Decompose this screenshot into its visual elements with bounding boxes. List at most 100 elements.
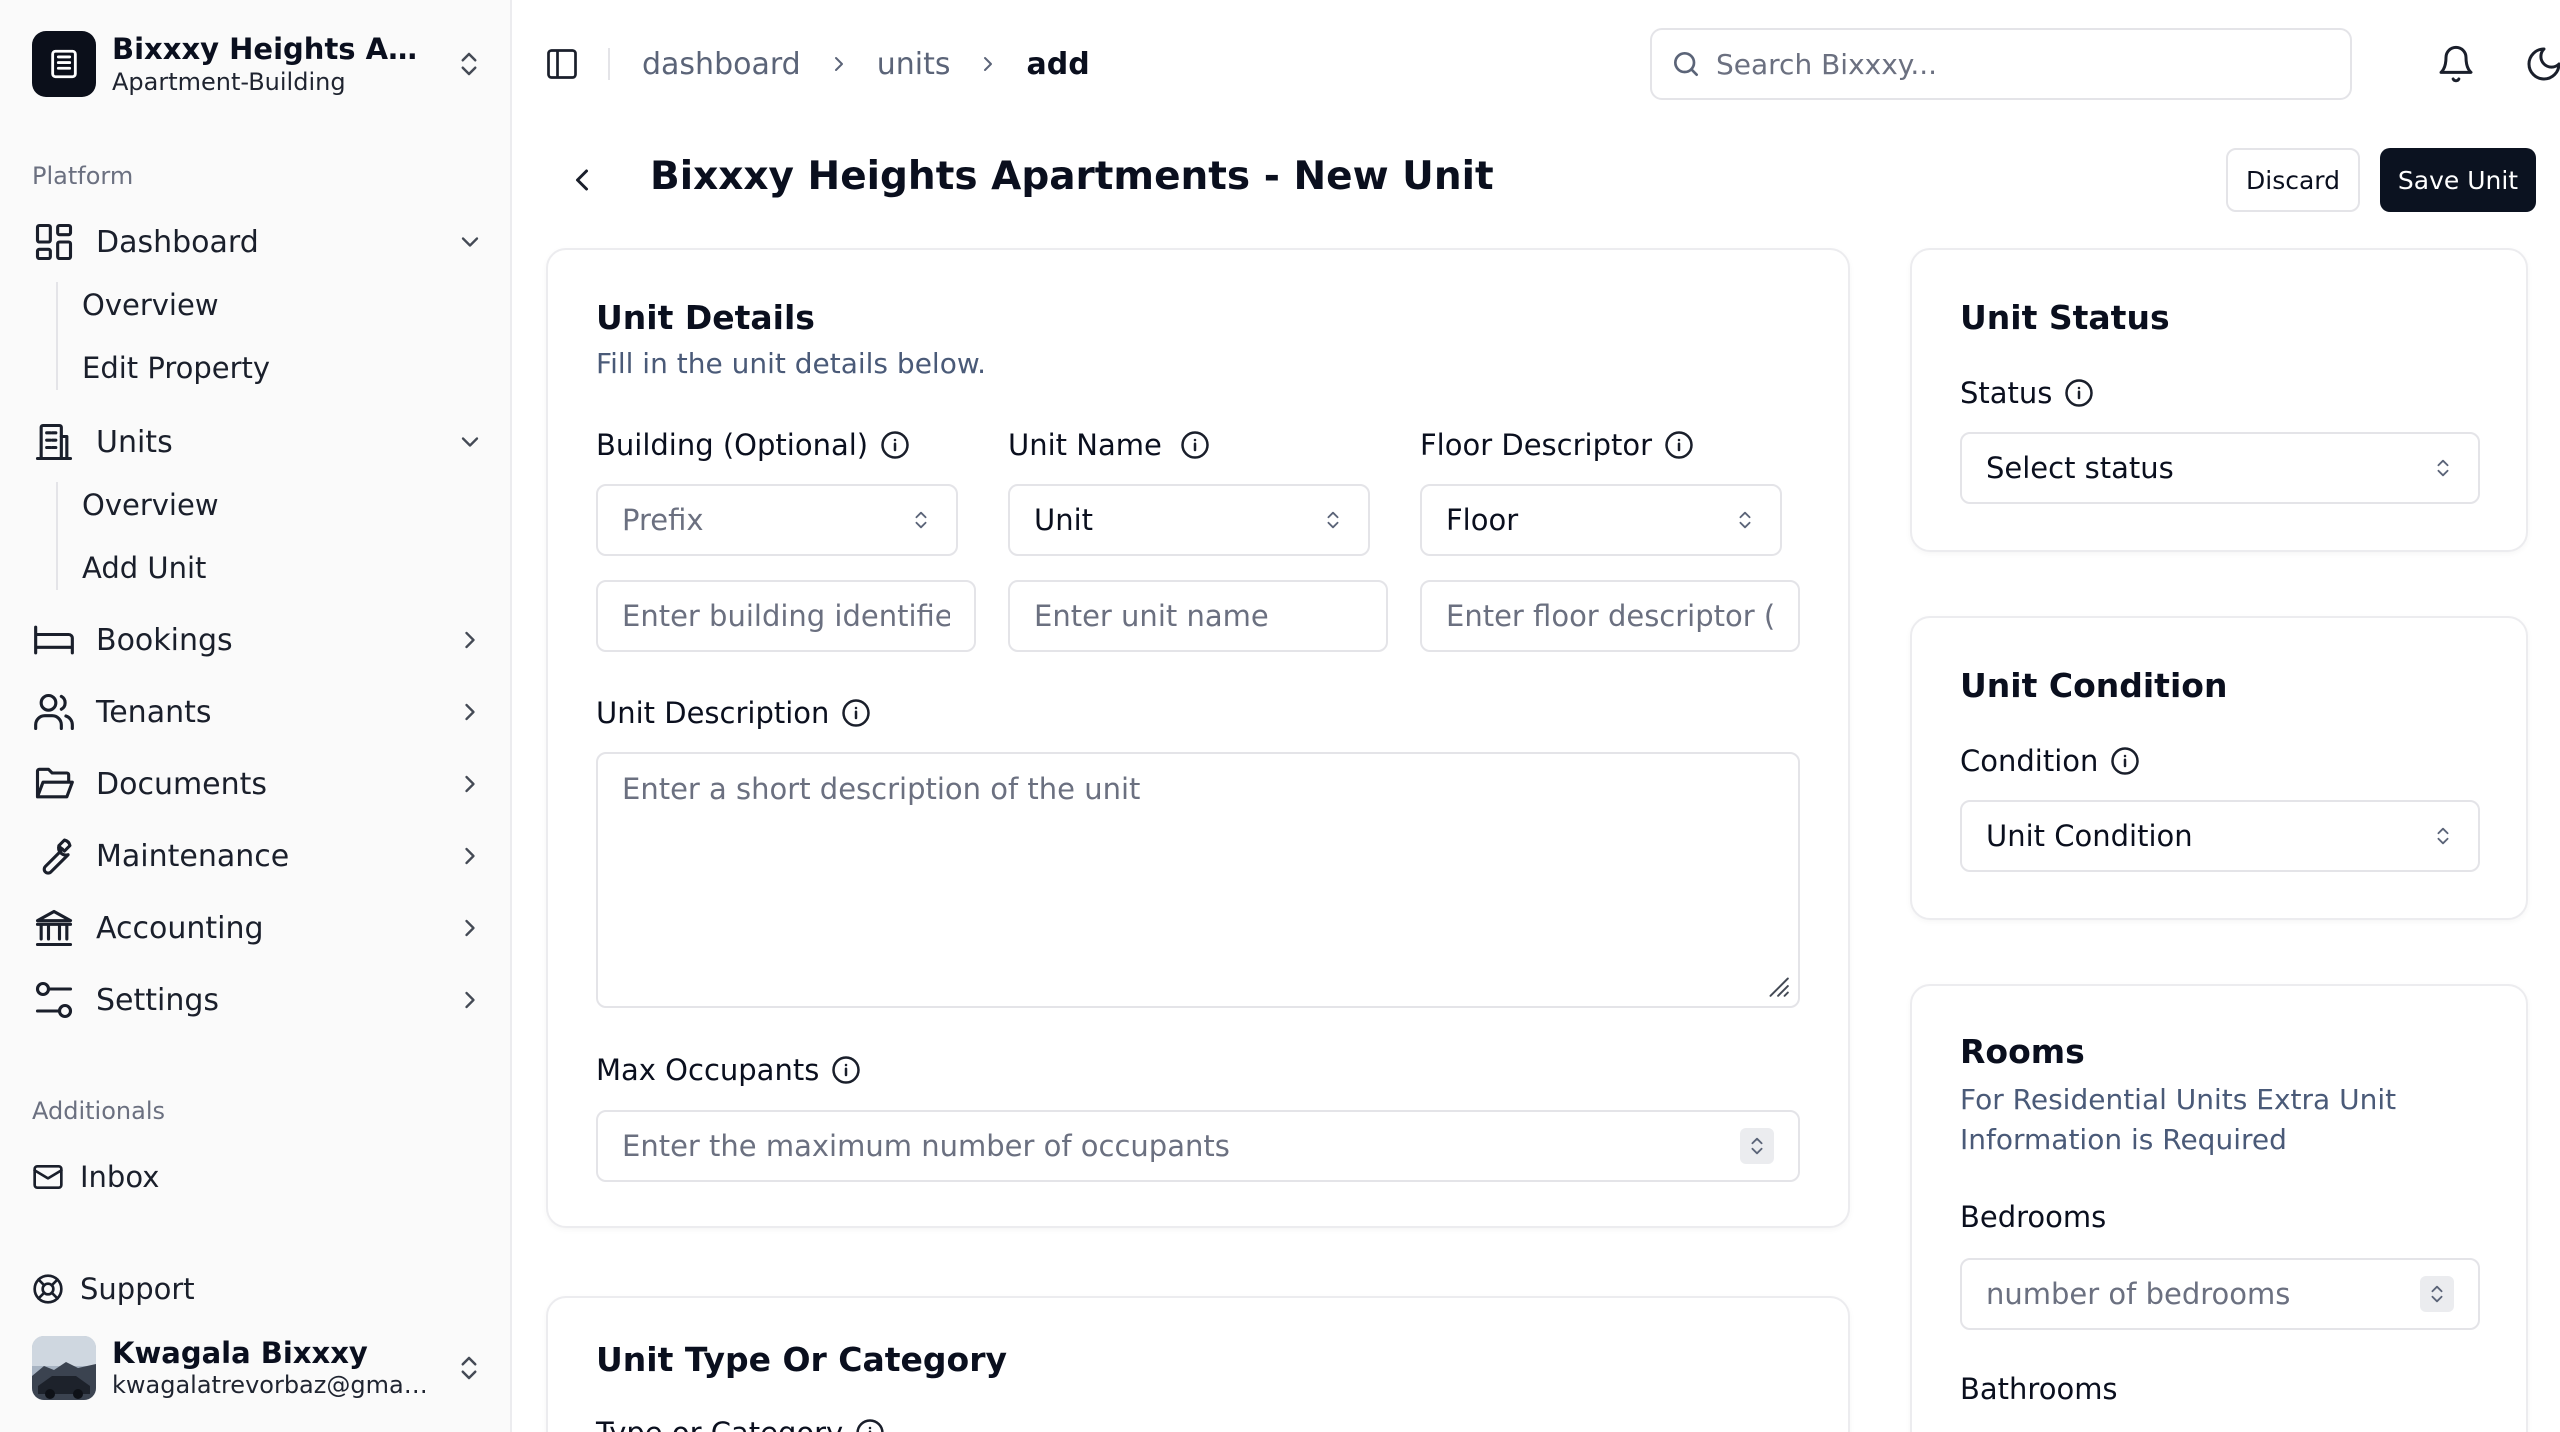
- back-arrow-icon[interactable]: [564, 160, 600, 200]
- users-icon: [32, 690, 76, 734]
- sidebar-item-maintenance[interactable]: Maintenance: [32, 828, 484, 884]
- building-identifier-input[interactable]: [596, 580, 976, 652]
- unit-description-label: Unit Description: [596, 696, 871, 730]
- card-title: Unit Type Or Category: [596, 1340, 1008, 1379]
- sidebar-item-label: Documents: [96, 766, 268, 802]
- chevrons-up-down-icon: [1734, 509, 1756, 531]
- sidebar-item-support[interactable]: Support: [32, 1264, 195, 1314]
- sidebar-item-accounting[interactable]: Accounting: [32, 900, 484, 956]
- sidebar-subitem-dashboard-overview[interactable]: Overview: [82, 280, 219, 330]
- field-label-text: Floor Descriptor: [1420, 428, 1653, 462]
- breadcrumb-add: add: [1026, 46, 1090, 82]
- save-unit-button[interactable]: Save Unit: [2380, 148, 2536, 212]
- divider: [608, 48, 610, 80]
- unit-name-label: Unit Name: [1008, 428, 1210, 462]
- chevron-right-icon: [976, 52, 1000, 76]
- chevrons-up-down-icon: [1322, 509, 1344, 531]
- unit-name-input[interactable]: [1008, 580, 1388, 652]
- info-icon[interactable]: [841, 698, 871, 728]
- select-value: Select status: [1986, 451, 2174, 485]
- status-select[interactable]: Select status: [1960, 432, 2480, 504]
- info-icon[interactable]: [2110, 746, 2140, 776]
- info-icon[interactable]: [880, 430, 910, 460]
- sidebar-item-inbox[interactable]: Inbox: [32, 1152, 159, 1202]
- floor-prefix-select[interactable]: Floor: [1420, 484, 1782, 556]
- select-value: Unit Condition: [1986, 819, 2193, 853]
- bell-icon[interactable]: [2436, 44, 2476, 84]
- breadcrumb-units[interactable]: units: [877, 47, 951, 82]
- search-input[interactable]: [1716, 47, 2316, 81]
- bedrooms-input[interactable]: [1986, 1277, 2420, 1311]
- bedrooms-field[interactable]: [1960, 1258, 2480, 1330]
- unit-details-card: Unit Details Fill in the unit details be…: [546, 248, 1850, 1228]
- number-spinner-icon[interactable]: [2420, 1276, 2454, 1312]
- select-value: Unit: [1034, 503, 1094, 537]
- rooms-card: Rooms For Residential Units Extra Unit I…: [1910, 984, 2528, 1432]
- sidebar-item-label: Support: [80, 1272, 195, 1306]
- sidebar-item-settings[interactable]: Settings: [32, 972, 484, 1028]
- search-box[interactable]: [1650, 28, 2352, 100]
- info-icon[interactable]: [855, 1418, 885, 1432]
- field-label-text: Bathrooms: [1960, 1372, 2118, 1406]
- condition-select[interactable]: Unit Condition: [1960, 800, 2480, 872]
- sidebar-subitem-edit-property[interactable]: Edit Property: [82, 343, 270, 393]
- info-icon[interactable]: [1180, 430, 1210, 460]
- sidebar-item-label: Maintenance: [96, 838, 290, 874]
- unit-status-card: Unit Status Status Select status: [1910, 248, 2528, 552]
- chevron-down-icon: [456, 428, 484, 456]
- user-menu[interactable]: Kwagala Bixxxy kwagalatrevorbaz@gmail.c.…: [32, 1334, 484, 1402]
- max-occupants-input[interactable]: [622, 1129, 1740, 1163]
- select-value: Prefix: [622, 503, 704, 537]
- max-occupants-field[interactable]: [596, 1110, 1800, 1182]
- number-spinner-icon[interactable]: [1740, 1128, 1774, 1164]
- chevron-right-icon: [456, 698, 484, 726]
- chevron-down-icon: [456, 228, 484, 256]
- discard-button[interactable]: Discard: [2226, 148, 2360, 212]
- breadcrumb-dashboard[interactable]: dashboard: [642, 47, 801, 82]
- condition-label: Condition: [1960, 744, 2140, 778]
- chevron-right-icon: [456, 626, 484, 654]
- org-type: Apartment-Building: [112, 68, 346, 96]
- user-email: kwagalatrevorbaz@gmail.c...: [112, 1371, 432, 1399]
- card-description: For Residential Units Extra Unit Informa…: [1960, 1083, 2397, 1156]
- sidebar-item-bookings[interactable]: Bookings: [32, 612, 484, 668]
- building-prefix-select[interactable]: Prefix: [596, 484, 958, 556]
- wrench-icon: [32, 834, 76, 878]
- landmark-icon: [32, 906, 76, 950]
- field-label-text: Type or Category: [596, 1416, 843, 1432]
- unit-description-textarea[interactable]: [596, 752, 1800, 1008]
- resize-handle-icon[interactable]: [1764, 972, 1790, 998]
- info-icon[interactable]: [1664, 430, 1694, 460]
- sidebar-toggle-icon[interactable]: [544, 46, 580, 82]
- avatar: [32, 1336, 96, 1400]
- info-icon[interactable]: [2064, 378, 2094, 408]
- status-label: Status: [1960, 376, 2094, 410]
- floor-descriptor-input[interactable]: [1420, 580, 1800, 652]
- moon-icon[interactable]: [2524, 44, 2560, 84]
- card-title: Unit Status: [1960, 298, 2170, 337]
- unit-prefix-select[interactable]: Unit: [1008, 484, 1370, 556]
- field-label-text: Bedrooms: [1960, 1200, 2107, 1234]
- chevron-right-icon: [827, 52, 851, 76]
- org-switcher[interactable]: Bixxxy Heights Apart... Apartment-Buildi…: [32, 30, 484, 98]
- sidebar-item-dashboard[interactable]: Dashboard: [32, 214, 484, 270]
- mail-icon: [32, 1161, 64, 1193]
- life-buoy-icon: [32, 1273, 64, 1305]
- field-label-text: Unit Description: [596, 696, 830, 730]
- field-label-text: Building (Optional): [596, 428, 869, 462]
- field-label-text: Unit Name: [1008, 428, 1162, 462]
- sidebar-item-documents[interactable]: Documents: [32, 756, 484, 812]
- sub-nav-line: [56, 482, 58, 590]
- sub-nav-line: [56, 282, 58, 390]
- sidebar-item-tenants[interactable]: Tenants: [32, 684, 484, 740]
- unit-type-card: Unit Type Or Category Type or Category: [546, 1296, 1850, 1432]
- type-category-label: Type or Category: [596, 1416, 885, 1432]
- sidebar-item-label: Bookings: [96, 622, 233, 658]
- sidebar-item-units[interactable]: Units: [32, 414, 484, 470]
- search-icon: [1670, 48, 1702, 80]
- section-platform: Platform: [32, 162, 134, 190]
- info-icon[interactable]: [831, 1055, 861, 1085]
- sidebar-subitem-add-unit[interactable]: Add Unit: [82, 543, 206, 593]
- bathrooms-label: Bathrooms: [1960, 1372, 2118, 1406]
- sidebar-subitem-units-overview[interactable]: Overview: [82, 480, 219, 530]
